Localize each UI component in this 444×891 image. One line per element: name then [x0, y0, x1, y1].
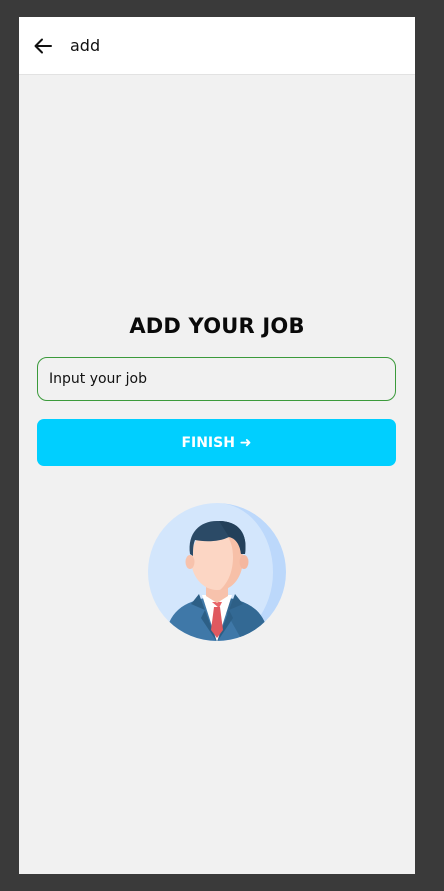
page-title: add	[70, 36, 101, 55]
back-button[interactable]	[31, 34, 55, 58]
arrow-left-icon	[34, 38, 52, 54]
businessman-avatar-icon	[148, 503, 286, 641]
job-input[interactable]	[37, 357, 396, 401]
add-job-heading: ADD YOUR JOB	[129, 314, 305, 338]
finish-button[interactable]: FINISH ➜	[37, 419, 396, 466]
phone-screen: add ADD YOUR JOB FINISH ➜	[19, 17, 415, 874]
app-bar: add	[19, 17, 415, 75]
